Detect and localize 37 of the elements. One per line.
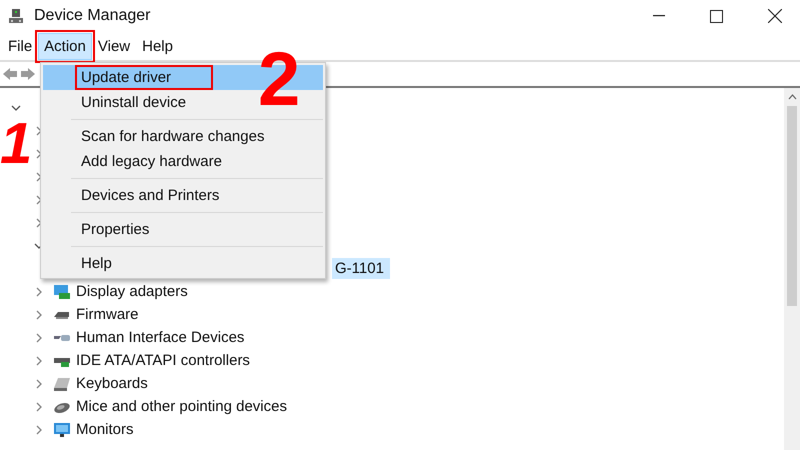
- chevron-icon[interactable]: [34, 332, 44, 342]
- tree-item[interactable]: Firmware: [73, 304, 142, 325]
- chevron-icon[interactable]: [34, 356, 44, 366]
- tree-item[interactable]: Display adapters: [73, 281, 191, 302]
- chevron-icon[interactable]: [34, 310, 44, 320]
- close-icon[interactable]: [768, 9, 782, 23]
- maximize-icon[interactable]: [710, 10, 723, 22]
- menu-bar-item[interactable]: File: [2, 32, 38, 60]
- tree-item[interactable]: G-1101: [332, 258, 390, 279]
- tree-item[interactable]: Human Interface Devices: [73, 327, 248, 348]
- chevron-icon[interactable]: [34, 286, 44, 296]
- tree-item[interactable]: Monitors: [73, 419, 137, 440]
- menu-item[interactable]: Devices and Printers: [43, 183, 323, 208]
- back-arrow-icon[interactable]: [2, 67, 18, 81]
- tree-item[interactable]: Keyboards: [73, 373, 151, 394]
- menu-item[interactable]: Scan for hardware changes: [43, 124, 323, 149]
- menu-bar-item[interactable]: Help: [136, 32, 179, 60]
- minimize-icon[interactable]: [653, 15, 665, 17]
- chevron-icon[interactable]: [10, 102, 20, 112]
- chevron-icon[interactable]: [34, 378, 44, 388]
- chevron-icon[interactable]: [34, 402, 44, 412]
- chevron-icon[interactable]: [34, 424, 44, 434]
- menu-item[interactable]: Add legacy hardware: [43, 149, 323, 174]
- keyboard-icon: [52, 376, 70, 392]
- display-adapter-icon: [52, 284, 70, 300]
- scroll-up-icon[interactable]: [788, 94, 796, 100]
- menu-item[interactable]: Properties: [43, 217, 323, 242]
- tree-item[interactable]: Mice and other pointing devices: [73, 396, 290, 417]
- device-manager-icon: [8, 8, 24, 24]
- menu-item[interactable]: Help: [43, 251, 323, 276]
- menu-bar-item[interactable]: View: [92, 32, 136, 60]
- forward-arrow-icon[interactable]: [20, 67, 36, 81]
- step-number: 1: [0, 122, 32, 166]
- scrollbar[interactable]: [784, 88, 800, 450]
- monitor-icon: [52, 422, 70, 438]
- window-title: Device Manager: [34, 7, 150, 25]
- tree-item[interactable]: IDE ATA/ATAPI controllers: [73, 350, 253, 371]
